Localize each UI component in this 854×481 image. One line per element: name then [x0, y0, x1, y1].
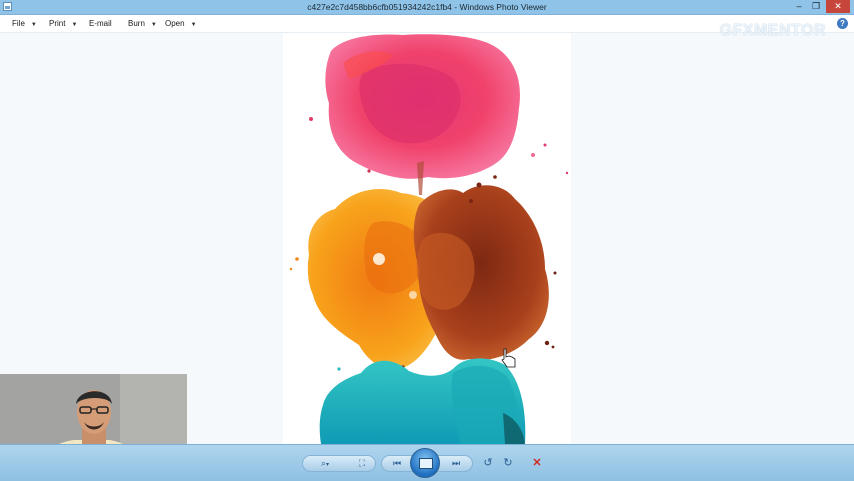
delete-button[interactable]: ✕ [528, 456, 546, 471]
next-button[interactable]: ⏭ [447, 456, 465, 471]
watercolor-splash-image [289, 34, 569, 444]
menu-email[interactable]: E-mail [89, 19, 112, 28]
zoom-button[interactable]: ⌕▾ [316, 456, 334, 471]
previous-icon: ⏮ [392, 458, 402, 468]
rotate-counterclockwise-button[interactable]: ↺ [479, 456, 497, 471]
actual-size-icon: ⛶ [358, 458, 366, 468]
menu-file[interactable]: File ▼ [12, 19, 37, 28]
rotate-cw-icon: ↻ [503, 457, 513, 469]
photo-image [283, 33, 571, 444]
slideshow-icon [419, 458, 433, 469]
menu-print[interactable]: Print ▼ [49, 19, 77, 28]
slideshow-button[interactable] [410, 448, 440, 478]
navigation-toolbar: ⌕▾ ⛶ ⏮ ⏭ ↺ ↻ ✕ [0, 444, 854, 481]
delete-icon: ✕ [532, 457, 542, 469]
menu-print-label: Print [49, 19, 66, 28]
menu-open[interactable]: Open ▼ [165, 19, 197, 28]
rotate-ccw-icon: ↺ [483, 457, 493, 469]
chevron-down-icon: ▾ [326, 462, 330, 468]
chevron-down-icon: ▼ [150, 22, 157, 28]
menu-file-label: File [12, 19, 25, 28]
chevron-down-icon: ▼ [71, 22, 78, 28]
menu-burn[interactable]: Burn ▼ [128, 19, 157, 28]
window-title: c427e2c7d458bb6cfb051934242c1fb4 - Windo… [307, 2, 547, 12]
gfxmentor-watermark: GFXMENTOR [719, 22, 826, 39]
next-icon: ⏭ [451, 458, 461, 468]
actual-size-button[interactable]: ⛶ [353, 456, 371, 471]
previous-button[interactable]: ⏮ [388, 456, 406, 471]
title-bar: c427e2c7d458bb6cfb051934242c1fb4 - Windo… [0, 0, 854, 15]
close-window-button[interactable]: ✕ [826, 0, 850, 13]
restore-button[interactable]: ❐ [806, 0, 826, 13]
chevron-down-icon: ▼ [190, 22, 197, 28]
help-icon[interactable]: ? [837, 18, 848, 29]
chevron-down-icon: ▼ [30, 22, 37, 28]
menu-open-label: Open [165, 19, 185, 28]
rotate-clockwise-button[interactable]: ↻ [499, 456, 517, 471]
menu-burn-label: Burn [128, 19, 145, 28]
menu-email-label: E-mail [89, 19, 112, 28]
